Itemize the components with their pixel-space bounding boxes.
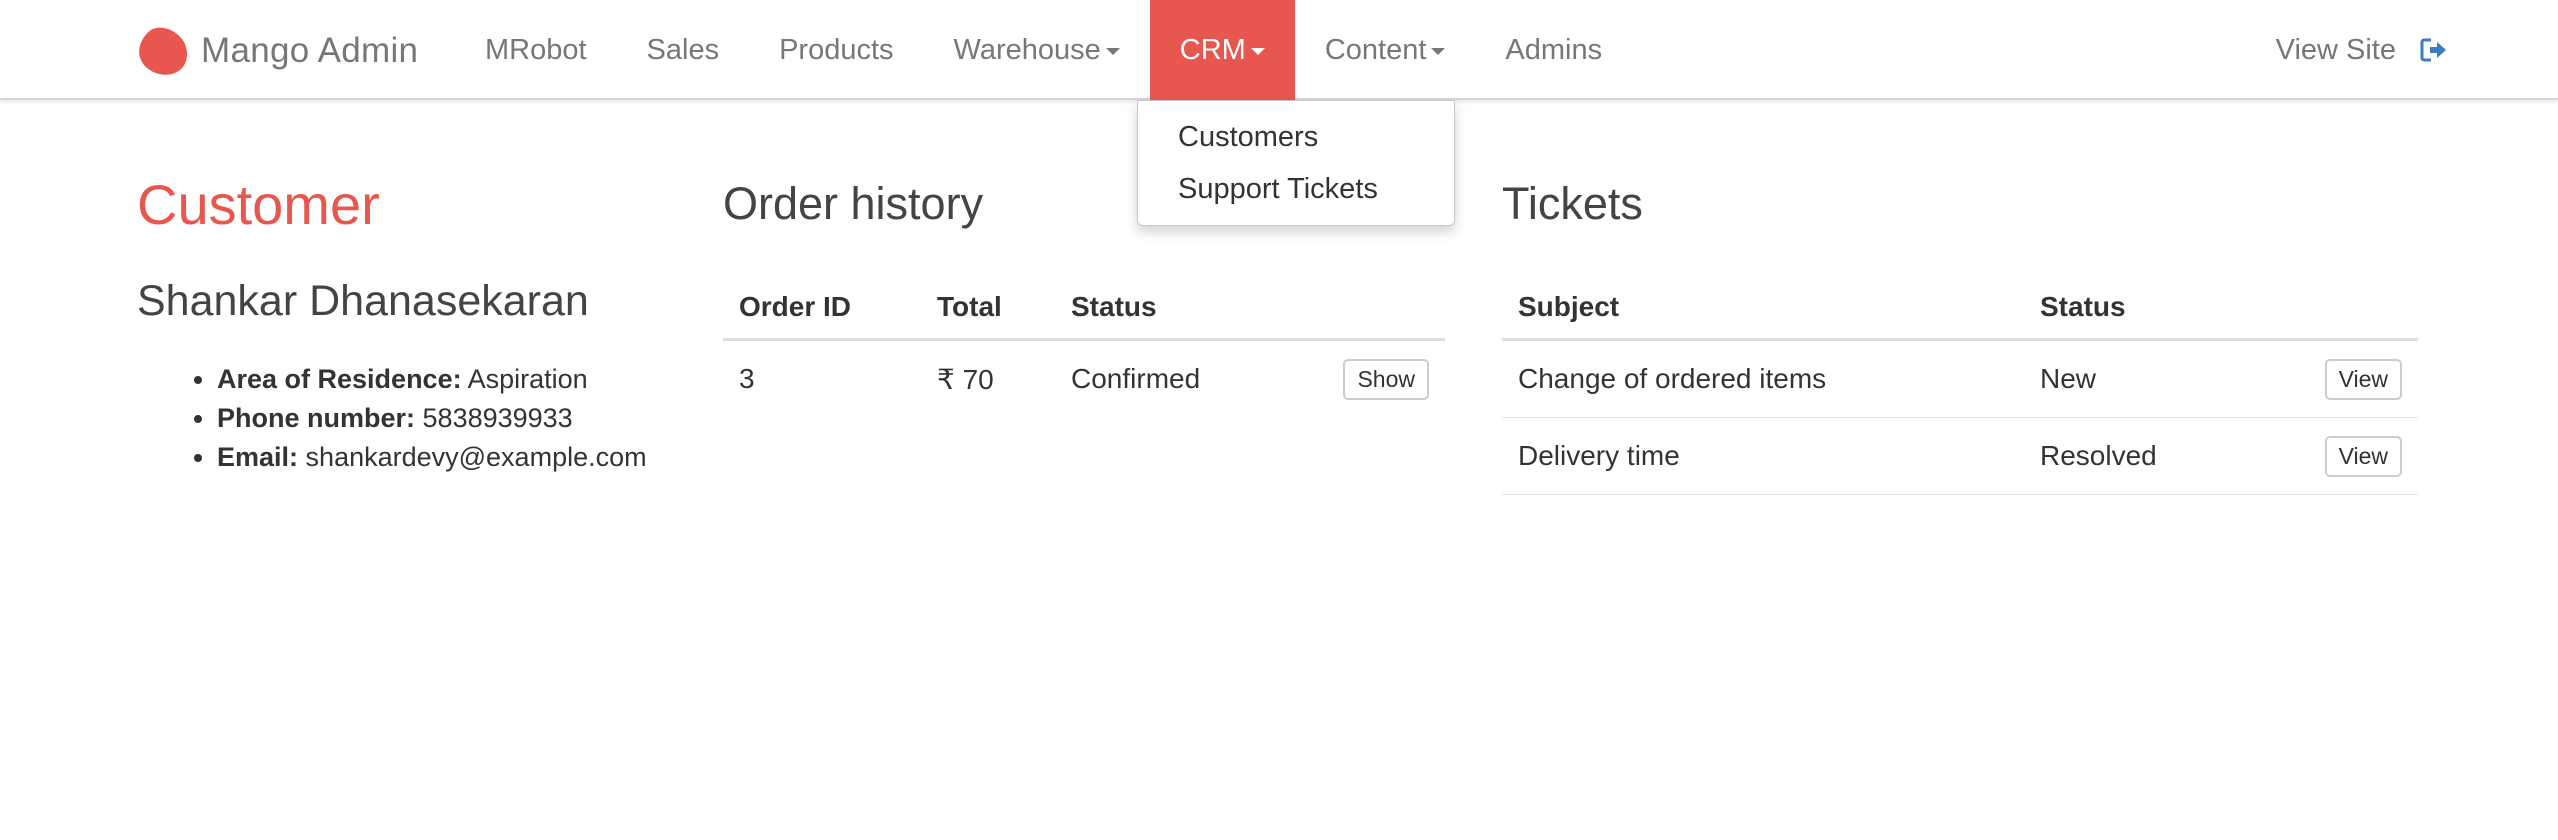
sign-out-icon[interactable] — [2420, 37, 2448, 63]
order-id-cell: 3 — [739, 363, 755, 394]
column-header-subject: Subject — [1502, 276, 2024, 341]
dropdown-item-support-tickets[interactable]: Support Tickets — [1138, 163, 1454, 215]
nav-item-label: Warehouse — [953, 33, 1101, 66]
table-row: Delivery time Resolved View — [1502, 417, 2418, 495]
caret-down-icon — [1431, 48, 1446, 55]
ticket-subject-cell: Delivery time — [1502, 417, 2024, 495]
nav-item-products[interactable]: Products — [749, 0, 923, 100]
ticket-status-cell: New — [2024, 339, 2251, 418]
column-header-status: Status — [1055, 276, 1281, 341]
detail-value: shankardevy@example.com — [305, 442, 647, 472]
customer-name: Shankar Dhanasekaran — [137, 277, 589, 325]
top-navbar: Mango Admin MRobot Sales Products Wareho… — [0, 0, 2558, 100]
detail-label: Area of Residence: — [217, 364, 462, 394]
nav-item-content[interactable]: Content — [1295, 0, 1476, 100]
nav-item-mrobot[interactable]: MRobot — [455, 0, 617, 100]
page-title: Customer — [137, 173, 380, 236]
nav-item-warehouse[interactable]: Warehouse — [924, 0, 1150, 100]
column-header-action — [2250, 276, 2418, 341]
customer-panel: Customer Shankar Dhanasekaran Area of Re… — [137, 170, 697, 477]
nav-item-label: Admins — [1505, 33, 1603, 66]
caret-down-icon — [1105, 48, 1120, 55]
customer-details-list: Area of Residence: Aspiration Phone numb… — [137, 360, 697, 477]
detail-label: Phone number: — [217, 403, 416, 433]
nav-item-label: CRM — [1179, 33, 1246, 66]
order-status-cell: Confirmed — [1071, 363, 1201, 394]
ticket-status-cell: Resolved — [2024, 417, 2251, 495]
column-header-status: Status — [2024, 276, 2251, 341]
nav-item-label: Sales — [646, 33, 720, 66]
nav-item-crm[interactable]: CRM — [1149, 0, 1295, 100]
dropdown-item-customers[interactable]: Customers — [1138, 111, 1454, 163]
show-order-button[interactable]: Show — [1343, 358, 1429, 400]
crm-dropdown-menu: Customers Support Tickets — [1137, 100, 1455, 226]
main-nav: MRobot Sales Products Warehouse CRM Cont… — [455, 0, 1632, 100]
table-header-row: Subject Status — [1502, 276, 2418, 341]
view-ticket-button[interactable]: View — [2324, 435, 2402, 477]
detail-phone: Phone number: 5838939933 — [217, 399, 697, 438]
column-header-order-id: Order ID — [723, 276, 921, 341]
nav-item-sales[interactable]: Sales — [617, 0, 750, 100]
detail-area: Area of Residence: Aspiration — [217, 360, 697, 399]
caret-down-icon — [1250, 48, 1265, 55]
nav-right: View Site — [2276, 0, 2448, 100]
tickets-table: Subject Status Change of ordered items N… — [1502, 276, 2418, 495]
ticket-action-cell: View — [2250, 417, 2418, 495]
table-row: 3 ₹ 70 Confirmed Show — [723, 340, 1445, 418]
ticket-action-cell: View — [2250, 339, 2418, 418]
detail-value: Aspiration — [467, 364, 588, 394]
order-history-table: Order ID Total Status 3 ₹ 70 Confirmed S… — [723, 276, 1445, 417]
order-action-cell: Show — [1281, 340, 1445, 418]
detail-value: 5838939933 — [422, 403, 573, 433]
order-total-cell: ₹ 70 — [937, 363, 994, 395]
column-header-action — [1280, 276, 1445, 341]
nav-item-label: MRobot — [485, 33, 587, 66]
nav-item-label: Content — [1324, 33, 1427, 66]
table-header-row: Order ID Total Status — [723, 276, 1445, 341]
brand-name: Mango Admin — [201, 31, 419, 70]
view-site-link[interactable]: View Site — [2276, 34, 2396, 67]
detail-email: Email: shankardevy@example.com — [217, 438, 697, 477]
brand-link[interactable]: Mango Admin — [137, 26, 418, 76]
nav-item-admins[interactable]: Admins — [1475, 0, 1632, 100]
tickets-panel: Tickets Subject Status Change of ordered… — [1502, 176, 2418, 495]
column-header-total: Total — [921, 276, 1055, 341]
tickets-title: Tickets — [1502, 178, 1643, 229]
table-row: Change of ordered items New View — [1502, 339, 2418, 418]
nav-item-label: Products — [779, 33, 894, 66]
view-ticket-button[interactable]: View — [2324, 358, 2402, 400]
detail-label: Email: — [217, 442, 299, 472]
mango-logo-icon — [139, 27, 187, 75]
ticket-subject-cell: Change of ordered items — [1502, 339, 2024, 418]
